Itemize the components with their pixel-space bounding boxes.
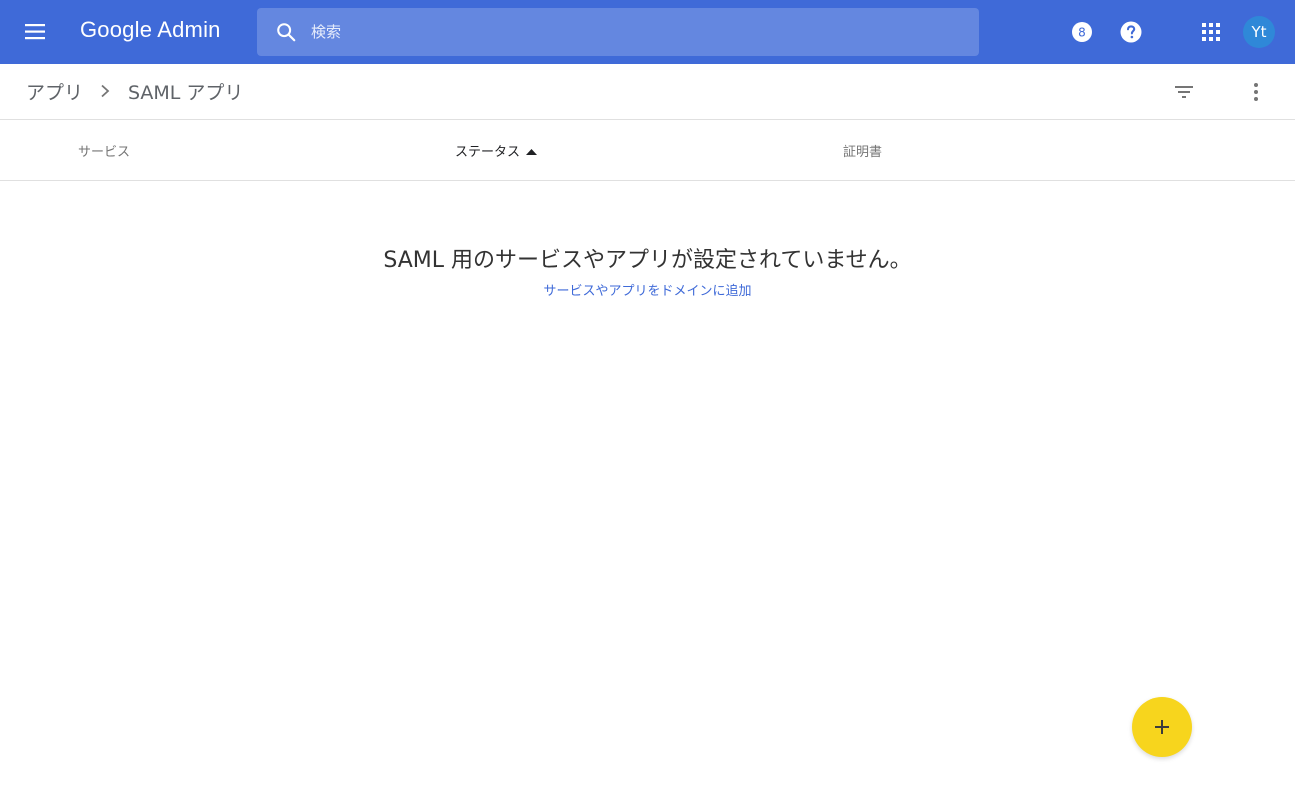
app-title[interactable]: Google Admin bbox=[80, 17, 221, 43]
breadcrumb-saml-apps: SAML アプリ bbox=[128, 82, 244, 104]
avatar[interactable]: Yt bbox=[1243, 16, 1275, 48]
table-header: サービス ステータス 証明書 bbox=[0, 120, 1295, 181]
column-header-certificate[interactable]: 証明書 bbox=[843, 141, 882, 160]
admin-badge-text: 8 bbox=[1078, 26, 1086, 40]
breadcrumb: アプリ SAML アプリ bbox=[0, 64, 1295, 120]
search-icon bbox=[277, 23, 296, 42]
plus-icon bbox=[1155, 720, 1169, 734]
sort-ascending-icon bbox=[526, 149, 538, 155]
admin-badge-icon[interactable]: 8 bbox=[1070, 20, 1094, 44]
add-service-link-text[interactable]: サービスやアプリをドメインに追加 bbox=[543, 284, 751, 299]
app-bar: Google Admin 8 Yt bbox=[0, 0, 1295, 64]
help-icon[interactable] bbox=[1119, 20, 1143, 44]
column-header-status[interactable]: ステータス bbox=[455, 141, 538, 160]
breadcrumb-apps[interactable]: アプリ bbox=[26, 78, 83, 105]
hamburger-menu-icon[interactable] bbox=[18, 14, 54, 50]
empty-state-message: SAML 用のサービスやアプリが設定されていません。 bbox=[383, 248, 912, 273]
filter-icon[interactable] bbox=[1172, 80, 1196, 104]
add-app-button[interactable] bbox=[1132, 697, 1192, 757]
more-vert-icon[interactable] bbox=[1244, 80, 1268, 104]
column-header-service[interactable]: サービス bbox=[78, 141, 130, 160]
column-header-status-label: ステータス bbox=[455, 145, 521, 160]
chevron-right-icon bbox=[101, 84, 110, 98]
apps-grid-icon[interactable] bbox=[1199, 20, 1223, 44]
search-bar[interactable] bbox=[257, 8, 979, 56]
search-input[interactable] bbox=[311, 8, 961, 56]
add-service-link: サービスやアプリをドメインに追加 bbox=[0, 280, 1295, 299]
